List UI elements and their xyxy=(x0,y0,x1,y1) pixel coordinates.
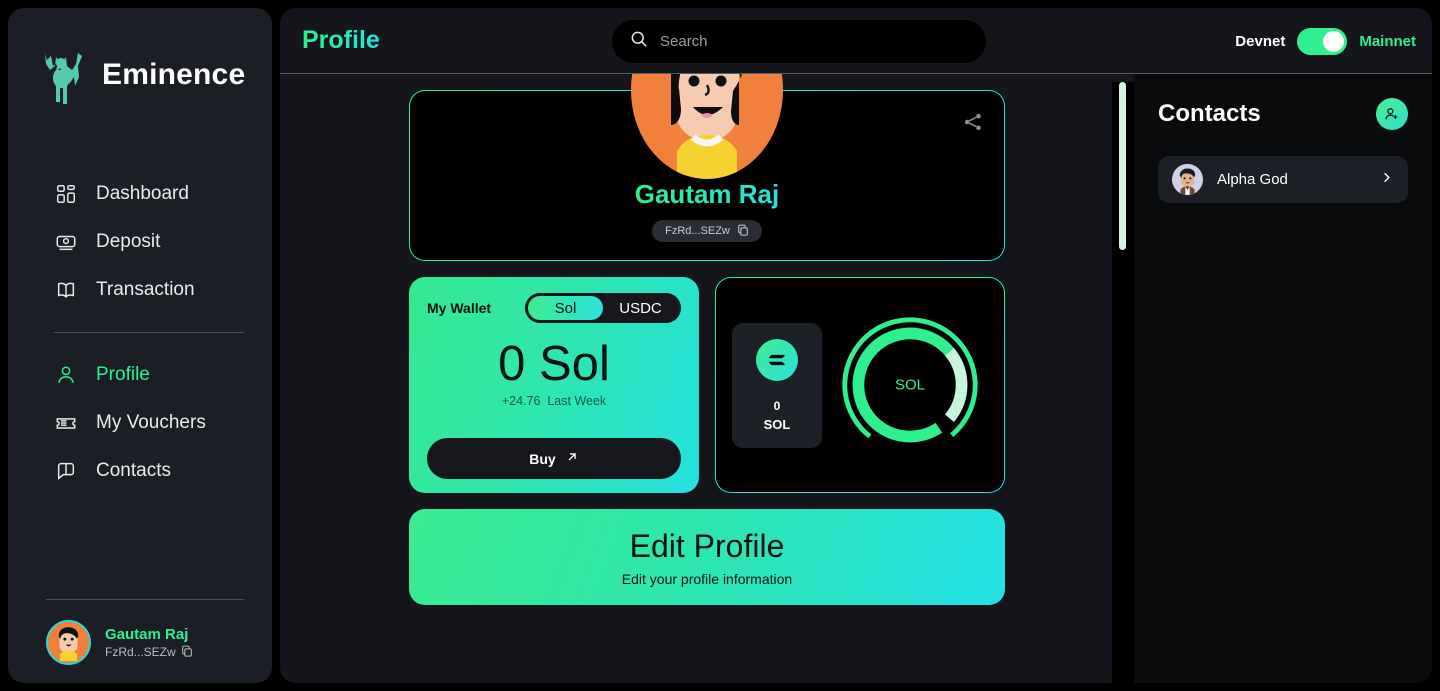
profile-address-pill[interactable]: FzRd...SEZw xyxy=(652,220,762,242)
sidebar-user-info: Gautam Raj FzRd...SEZw xyxy=(105,625,193,660)
deer-logo-icon xyxy=(34,44,88,106)
avatar xyxy=(46,620,91,665)
profile-card: Gautam Raj FzRd...SEZw xyxy=(409,74,1005,261)
copy-icon[interactable] xyxy=(737,224,749,239)
scrollbar-thumb[interactable] xyxy=(1119,82,1126,250)
brand: Eminence xyxy=(8,30,272,106)
sidebar-item-dashboard[interactable]: Dashboard xyxy=(8,170,272,218)
sidebar-user-name: Gautam Raj xyxy=(105,626,189,644)
network-label-devnet: Devnet xyxy=(1235,32,1286,50)
search-icon xyxy=(630,30,648,53)
sidebar-item-label: Transaction xyxy=(96,279,195,300)
ticket-icon xyxy=(54,411,78,435)
edit-profile-subtitle: Edit your profile information xyxy=(621,570,793,587)
sidebar-item-contacts[interactable]: Contacts xyxy=(8,447,272,495)
cards-row: My Wallet Sol USDC 0 Sol +24.76 Last Wee… xyxy=(409,277,1005,493)
sidebar-item-profile[interactable]: Profile xyxy=(8,351,272,399)
network-toggle: Devnet Mainnet xyxy=(1235,8,1416,74)
topbar: Profile Devnet Mainnet xyxy=(280,8,1432,74)
sidebar-footer-divider xyxy=(46,599,244,600)
wallet-card-header: My Wallet Sol USDC xyxy=(427,293,681,323)
wallet-amount: 0 Sol xyxy=(498,337,610,391)
book-icon xyxy=(54,278,78,302)
currency-option-usdc[interactable]: USDC xyxy=(603,296,678,320)
deposit-icon xyxy=(54,230,78,254)
sidebar-item-label: Dashboard xyxy=(96,183,189,204)
wallet-label: My Wallet xyxy=(427,300,492,316)
sidebar-nav: Dashboard Deposit Transaction Profile My… xyxy=(8,170,272,495)
scroll-content: Gautam Raj FzRd...SEZw My Wallet Sol USD… xyxy=(280,74,1134,683)
network-label-mainnet: Mainnet xyxy=(1359,32,1416,50)
dashboard-icon xyxy=(54,182,78,206)
contact-name: Alpha God xyxy=(1217,171,1288,188)
sidebar-item-label: My Vouchers xyxy=(96,412,206,433)
holdings-card: 0 SOL SOL xyxy=(715,277,1005,493)
arrow-up-right-icon xyxy=(565,450,579,467)
avatar-man-icon xyxy=(1172,164,1203,195)
sidebar-item-deposit[interactable]: Deposit xyxy=(8,218,272,266)
profile-card-inner: Gautam Raj FzRd...SEZw xyxy=(410,74,1004,260)
contacts-title: Contacts xyxy=(1158,100,1261,127)
app-root: Eminence Dashboard Deposit Transaction P… xyxy=(0,0,1440,691)
add-user-icon[interactable] xyxy=(1376,98,1408,130)
sidebar-user[interactable]: Gautam Raj FzRd...SEZw xyxy=(8,620,272,665)
search-bar[interactable] xyxy=(612,20,986,63)
sidebar-item-transaction[interactable]: Transaction xyxy=(8,266,272,314)
sidebar-item-label: Contacts xyxy=(96,460,171,481)
wallet-change-period: Last Week xyxy=(547,394,607,409)
token-symbol: SOL xyxy=(763,416,791,432)
search-input[interactable] xyxy=(660,33,968,50)
contacts-header: Contacts xyxy=(1158,98,1408,130)
sidebar-user-address[interactable]: FzRd...SEZw xyxy=(105,645,193,660)
contacts-panel: Contacts Alpha God xyxy=(1134,74,1432,683)
holdings-card-inner: 0 SOL SOL xyxy=(716,278,1004,492)
sidebar: Eminence Dashboard Deposit Transaction P… xyxy=(8,8,272,683)
main-area: Profile Devnet Mainnet xyxy=(280,8,1432,683)
wallet-card: My Wallet Sol USDC 0 Sol +24.76 Last Wee… xyxy=(409,277,699,493)
token-tile-sol[interactable]: 0 SOL xyxy=(732,322,822,448)
user-icon xyxy=(54,363,78,387)
brand-name: Eminence xyxy=(102,58,246,91)
buy-button[interactable]: Buy xyxy=(427,438,681,479)
sol-donut-chart: SOL xyxy=(832,312,988,458)
currency-option-sol[interactable]: Sol xyxy=(528,296,603,320)
profile-name: Gautam Raj xyxy=(634,179,780,209)
copy-icon[interactable] xyxy=(181,645,193,660)
sidebar-item-label: Profile xyxy=(96,364,150,385)
contact-row[interactable]: Alpha God xyxy=(1158,156,1408,203)
scrollbar[interactable] xyxy=(1112,82,1134,683)
edit-profile-title: Edit Profile xyxy=(629,527,785,564)
token-amount: 0 xyxy=(773,398,781,413)
page-title: Profile xyxy=(302,26,380,54)
edit-profile-card[interactable]: Edit Profile Edit your profile informati… xyxy=(409,509,1005,605)
buy-button-label: Buy xyxy=(529,450,556,467)
sidebar-user-address-text: FzRd...SEZw xyxy=(105,645,176,660)
network-switch-knob xyxy=(1323,30,1345,52)
sidebar-divider xyxy=(54,332,244,333)
sidebar-item-label: Deposit xyxy=(96,231,161,252)
sidebar-footer: Gautam Raj FzRd...SEZw xyxy=(8,599,272,665)
donut-center-label: SOL xyxy=(894,376,926,394)
content-column: Gautam Raj FzRd...SEZw My Wallet Sol USD… xyxy=(409,74,1005,605)
chat-icon xyxy=(54,459,78,483)
sidebar-item-my-vouchers[interactable]: My Vouchers xyxy=(8,399,272,447)
profile-address-text: FzRd...SEZw xyxy=(665,225,730,237)
avatar-woman-icon xyxy=(631,74,783,179)
chevron-right-icon[interactable] xyxy=(1379,170,1394,190)
network-switch[interactable] xyxy=(1297,27,1348,55)
wallet-change-value: +24.76 xyxy=(501,394,541,409)
main-body: Gautam Raj FzRd...SEZw My Wallet Sol USD… xyxy=(280,74,1432,683)
wallet-change: +24.76 Last Week xyxy=(427,394,681,408)
currency-toggle[interactable]: Sol USDC xyxy=(525,293,681,323)
solana-icon xyxy=(756,338,798,381)
share-icon[interactable] xyxy=(962,111,984,133)
